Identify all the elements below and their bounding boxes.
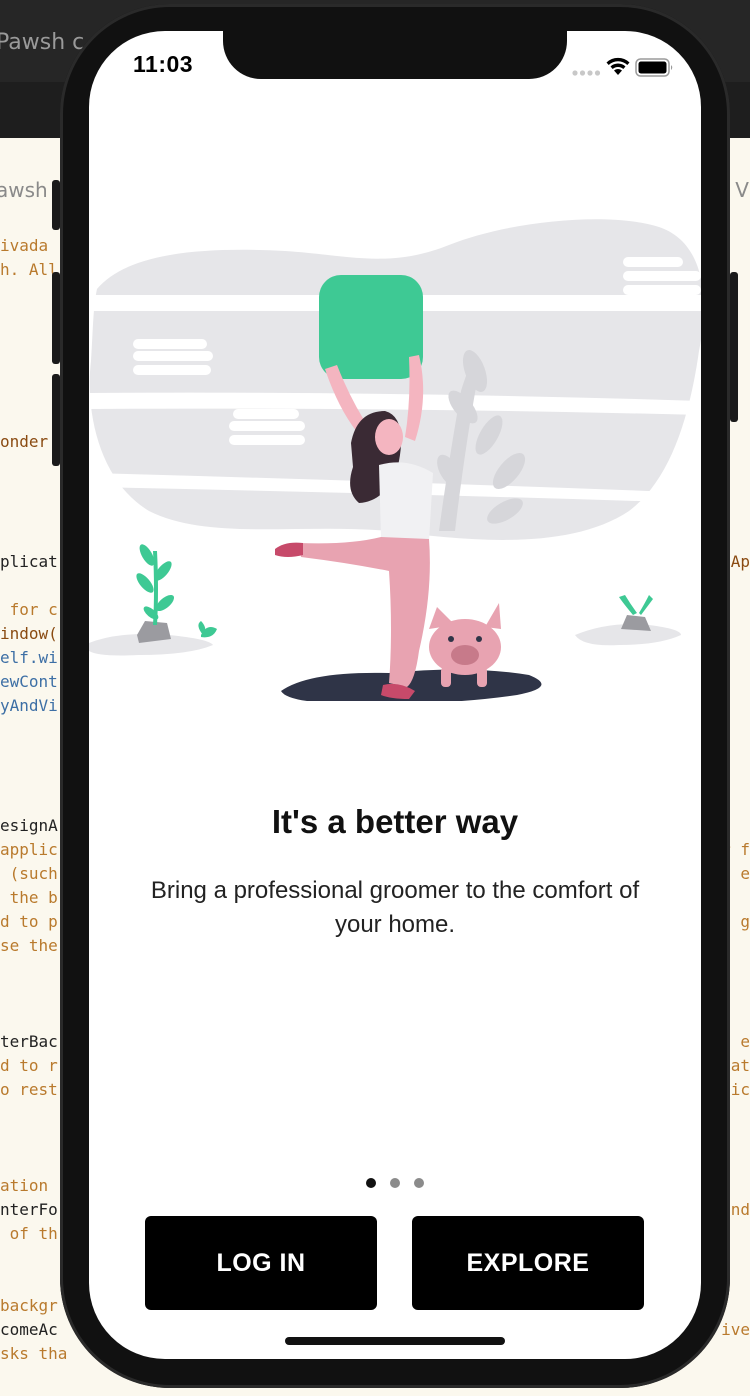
phone-notch — [223, 31, 567, 79]
code-line: ewCont — [0, 672, 58, 691]
page-dot-1[interactable] — [366, 1178, 376, 1188]
phone-volume-down — [52, 374, 60, 466]
code-line: comeAc — [0, 1320, 58, 1339]
code-line: sks tha — [0, 1344, 68, 1363]
phone-mute-switch — [52, 180, 60, 230]
code-line: esignA — [0, 816, 58, 835]
code-line: d to r — [0, 1056, 58, 1075]
code-line: onder — [0, 432, 49, 451]
page-indicator[interactable] — [89, 1178, 701, 1190]
app-screen: 11:03 It's a better way Bring a professi… — [89, 31, 701, 1359]
code-line: applic — [0, 840, 58, 859]
home-indicator[interactable] — [285, 1337, 505, 1345]
code-line-right: e — [740, 864, 750, 883]
code-line: plicat — [0, 552, 58, 571]
cellular-signal-icon — [572, 70, 601, 76]
code-line: backgr — [0, 1296, 58, 1315]
code-line: d to p — [0, 912, 58, 931]
onboarding-title: It's a better way — [271, 803, 519, 840]
phone-power-button — [730, 272, 738, 422]
code-line: se the — [0, 936, 58, 955]
code-line: yAndVi — [0, 696, 58, 715]
code-line-right: at — [730, 1056, 750, 1075]
code-line-right: g — [740, 912, 750, 931]
code-line: terBac — [0, 1032, 58, 1051]
code-line: indow( — [0, 624, 58, 643]
woman-dancing-with-dog-illustration — [89, 219, 701, 701]
editor-window-title: Pawsh c — [0, 30, 85, 55]
code-line: the b — [0, 888, 58, 907]
code-line: ation — [0, 1176, 49, 1195]
code-line-right: ic — [730, 1080, 750, 1099]
login-button[interactable]: LOG IN — [145, 1216, 377, 1310]
status-time: 11:03 — [133, 51, 194, 77]
code-line: h. All — [0, 260, 58, 279]
code-line-right: ive — [721, 1320, 750, 1339]
code-line: ivada — [0, 236, 49, 255]
code-line: (such — [0, 864, 58, 883]
code-line: elf.wi — [0, 648, 58, 667]
onboarding-subtitle: Bring a professional groomer to the comf… — [150, 877, 640, 938]
code-line-right: nd — [730, 1200, 750, 1219]
page-dot-3[interactable] — [414, 1178, 424, 1188]
editor-tab-right[interactable]: Vi — [735, 178, 750, 202]
explore-button[interactable]: EXPLORE — [412, 1216, 644, 1310]
wifi-icon — [606, 57, 630, 75]
code-line: nterFo — [0, 1200, 58, 1219]
code-line-right: e — [740, 1032, 750, 1051]
code-line: for c — [0, 600, 58, 619]
battery-icon — [635, 58, 673, 77]
code-line-right: Ap — [730, 552, 750, 571]
editor-tab[interactable]: awsh — [0, 178, 48, 202]
code-line: of th — [0, 1224, 58, 1243]
page-dot-2[interactable] — [390, 1178, 400, 1188]
phone-volume-up — [52, 272, 60, 364]
code-line: o rest — [0, 1080, 58, 1099]
